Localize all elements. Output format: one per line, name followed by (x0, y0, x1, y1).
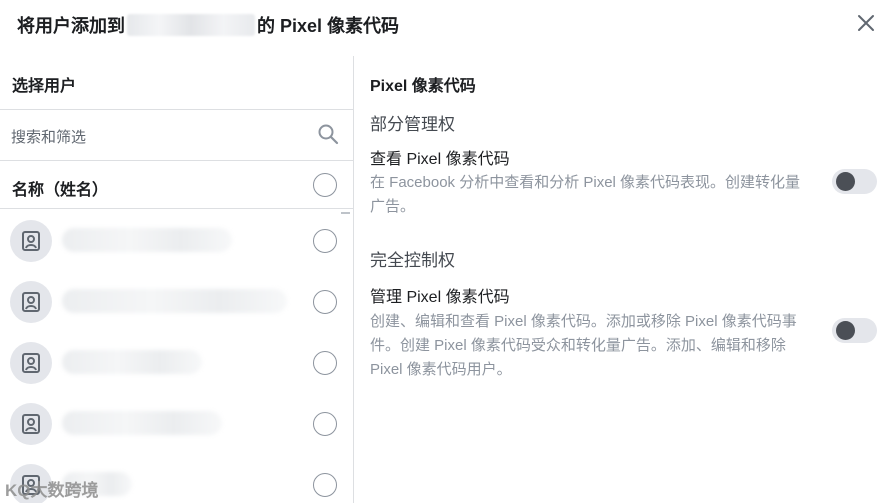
dialog-header: 将用户添加到 的 Pixel 像素代码 (0, 0, 892, 48)
toggle-knob (836, 321, 855, 340)
select-users-title: 选择用户 (12, 78, 77, 95)
manage-pixel-description: 创建、编辑和查看 Pixel 像素代码。添加或移除 Pixel 像素代码事件。创… (370, 313, 797, 378)
user-name-redacted (62, 411, 222, 435)
avatar (10, 220, 52, 262)
redacted-business-name (127, 14, 255, 36)
user-avatar-icon (22, 353, 40, 373)
close-icon (858, 15, 874, 31)
close-button[interactable] (853, 10, 879, 36)
user-row[interactable] (0, 394, 353, 455)
user-select-radio[interactable] (313, 229, 337, 253)
view-pixel-title: 查看 Pixel 像素代码 (370, 151, 510, 168)
permissions-panel: Pixel 像素代码 部分管理权 查看 Pixel 像素代码 在 Faceboo… (355, 56, 892, 503)
user-select-radio[interactable] (313, 412, 337, 436)
avatar (10, 281, 52, 323)
full-control-title: 完全控制权 (370, 251, 455, 270)
select-all-radio[interactable] (313, 173, 337, 197)
user-name-redacted (62, 350, 202, 374)
search-input[interactable]: 搜索和筛选 (11, 126, 86, 147)
user-select-radio[interactable] (313, 473, 337, 497)
user-avatar-icon (22, 292, 40, 312)
partial-access-title: 部分管理权 (370, 115, 455, 134)
watermark: KQ大数跨境 (5, 481, 99, 500)
avatar (10, 342, 52, 384)
dialog-title-suffix: 的 Pixel 像素代码 (257, 16, 400, 36)
user-select-radio[interactable] (313, 351, 337, 375)
view-pixel-description: 在 Facebook 分析中查看和分析 Pixel 像素代码表现。创建转化量广告… (370, 174, 801, 215)
user-row[interactable] (0, 211, 353, 272)
user-avatar-icon (22, 231, 40, 251)
view-pixel-toggle[interactable] (832, 169, 877, 194)
toggle-knob (836, 172, 855, 191)
user-select-radio[interactable] (313, 290, 337, 314)
dialog-title-prefix: 将用户添加到 (17, 16, 125, 36)
name-column-label: 名称（姓名） (12, 182, 109, 199)
name-column-header: 名称（姓名） (0, 161, 353, 209)
search-icon[interactable] (316, 122, 340, 146)
search-bar[interactable]: 搜索和筛选 (0, 109, 353, 161)
dialog-title: 将用户添加到 的 Pixel 像素代码 (17, 12, 399, 38)
manage-pixel-toggle[interactable] (832, 318, 877, 343)
user-name-redacted (62, 228, 232, 252)
select-users-panel: 选择用户 搜索和筛选 名称（姓名） (0, 56, 354, 503)
manage-pixel-title: 管理 Pixel 像素代码 (370, 289, 510, 306)
user-row[interactable] (0, 272, 353, 333)
user-name-redacted (62, 289, 287, 313)
user-row[interactable] (0, 333, 353, 394)
pixel-title: Pixel 像素代码 (370, 78, 476, 95)
user-avatar-icon (22, 414, 40, 434)
avatar (10, 403, 52, 445)
